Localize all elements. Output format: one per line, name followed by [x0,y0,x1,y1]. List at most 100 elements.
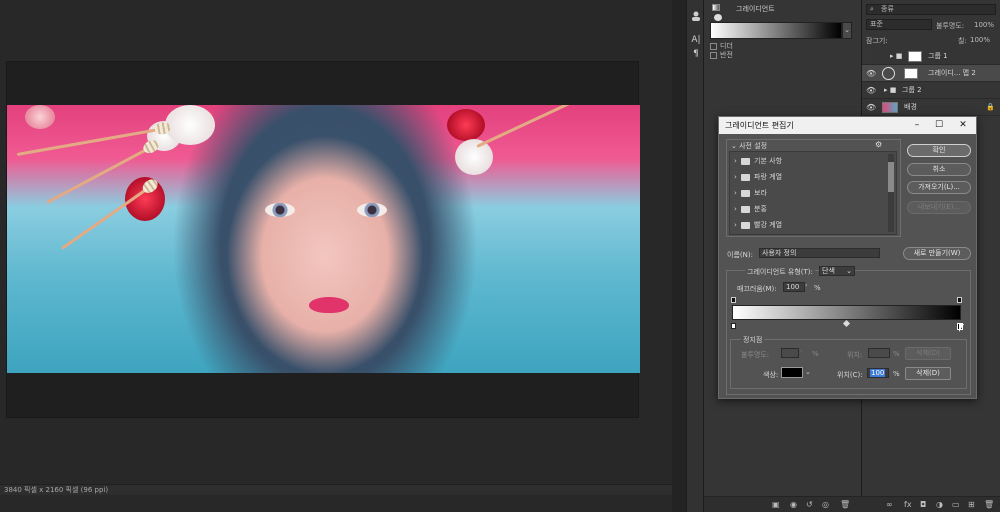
document-canvas[interactable] [6,61,640,418]
reset-icon[interactable]: ↺ [806,497,813,512]
canvas-workspace[interactable]: 3840 픽셀 x 2160 픽셀 (96 ppi) [0,0,672,495]
layer-row[interactable]: 👁 ▸ ■ 그룹 2 [862,82,1000,99]
clip-icon[interactable]: ▣ [772,497,780,512]
smoothness-input[interactable]: 100 [783,282,805,292]
layer-row[interactable]: · ▸ ■ 그룹 1 [862,48,1000,65]
gradient-mode-icons [712,4,732,21]
preset-folder[interactable]: › 빨강 계열 [734,218,884,233]
layer-row[interactable]: 👁 배경 🔒 [862,99,1000,116]
color-stop-left[interactable] [731,323,736,329]
preset-folder[interactable]: › 파랑 계열 [734,170,884,185]
layer-row-selected[interactable]: 👁 그레이디... 맵 2 [862,65,1000,82]
presets-list[interactable]: › 기본 사항 › 파랑 계열 › 보라 › 분홍 › 빨강 계열 [729,151,897,235]
smoothness-unit: % [814,284,821,292]
layer-name: 그룹 1 [928,52,948,60]
eye-icon[interactable]: 👁 [866,65,876,82]
close-icon[interactable]: ✕ [952,117,974,134]
fill-value[interactable]: 100% [970,36,990,44]
preset-folder[interactable]: › 분홍 [734,202,884,217]
folder-icon: ▸ ■ [884,86,897,94]
gradient-type-value: 단색 [822,267,835,275]
gradient-bar[interactable] [732,305,961,320]
person-icon[interactable] [690,10,702,22]
eye-icon[interactable]: ◎ [822,497,829,512]
preset-folder-label: 기본 사항 [754,157,783,165]
preset-folder[interactable]: › 보라 [734,186,884,201]
position-input[interactable] [868,348,890,358]
properties-bottom-bar: ▣ ◉ ↺ ◎ 🗑 [704,496,862,512]
gear-icon[interactable]: ⚙ [875,140,882,149]
gradient-preview[interactable] [710,22,842,39]
visibility-toggle-empty[interactable]: · [866,48,869,65]
opacity-value[interactable]: 100% [974,21,994,29]
gradient-editor-dialog: 그레이디언트 편집기 – ☐ ✕ ⌄ 사전 설정 ⚙ › 기본 사항 › 파랑 … [718,116,977,399]
lips [309,297,349,313]
smoothness-dropdown-icon[interactable]: › [805,282,813,292]
new-layer-icon[interactable]: ⊞ [968,497,975,512]
trash-icon[interactable]: 🗑 [840,497,850,512]
mask-icon[interactable]: ◘ [920,497,926,512]
dither-checkbox[interactable] [710,42,717,50]
cancel-button[interactable]: 취소 [907,163,971,176]
export-button[interactable]: 내보내기(E)... [907,201,971,214]
lock-label: 잠그기: [866,37,888,45]
eye-icon[interactable]: 👁 [866,99,876,116]
filter-label: 종류 [881,5,894,13]
color-position-value: 100 [870,369,886,377]
fx-icon[interactable]: fx [904,497,912,512]
mouse-cursor-icon [959,324,964,332]
position-unit: % [893,350,900,358]
visibility-icon[interactable]: ◉ [790,497,797,512]
opacity-stop-left[interactable] [731,297,736,303]
chevron-down-icon[interactable]: ⌄ [731,142,737,150]
name-input[interactable]: 사용자 정의 [759,248,880,258]
maximize-icon[interactable]: ☐ [928,117,950,134]
color-position-input[interactable]: 100 [867,368,889,378]
layer-mask-thumbnail [904,68,918,79]
gradient-dropdown-button[interactable]: ⌄ [842,22,852,39]
panel-icons-strip: A| ¶ [686,0,704,512]
link-icon[interactable]: ∞ [886,497,893,512]
new-button[interactable]: 새로 만들기(W) [903,247,971,260]
color-delete-button[interactable]: 삭제(D) [905,367,951,380]
dialog-title: 그레이디언트 편집기 [725,121,794,130]
preset-folder[interactable]: › 기본 사항 [734,154,884,169]
eye-icon[interactable]: 👁 [866,82,876,99]
ok-button[interactable]: 확인 [907,144,971,157]
reverse-checkbox[interactable] [710,51,717,59]
presets-scrollbar[interactable] [888,154,894,232]
adjustment-layer-icon[interactable]: ◑ [936,497,943,512]
color-position-label: 위치(C): [837,371,863,379]
layer-name: 그레이디... 맵 2 [928,69,976,77]
blend-mode-select[interactable]: 표준 [866,19,932,30]
delete-layer-icon[interactable]: 🗑 [984,497,994,512]
minimize-icon[interactable]: – [906,117,928,134]
preset-folder-label: 보라 [754,189,767,197]
arrow-prop [476,105,596,148]
reverse-label: 반전 [720,51,733,59]
paragraph-icon[interactable]: ¶ [690,48,702,60]
gradient-type-label: 그레이디언트 유형(T): [745,267,815,277]
status-bar: 3840 픽셀 x 2160 픽셀 (96 ppi) [0,484,672,495]
color-dropdown-icon[interactable]: ⌄ [805,368,811,376]
color-label: 색상: [763,371,779,379]
preset-folder-label: 분홍 [754,205,767,213]
rose-decoration [447,109,485,141]
opacity-delete-button[interactable]: 삭제(D) [905,347,951,360]
new-group-icon[interactable]: ▭ [952,497,960,512]
preset-folder-label: 파랑 계열 [754,173,783,181]
scrollbar-thumb[interactable] [888,162,894,192]
opacity-input[interactable] [781,348,799,358]
folder-icon [741,173,751,181]
gradient-type-select[interactable]: 단색 ⌄ [819,266,855,276]
layer-filter[interactable]: ⌕ 종류 [866,4,996,15]
load-button[interactable]: 가져오기(L)... [907,181,971,194]
folder-icon [741,189,751,197]
preset-folder-label: 빨강 계열 [754,221,783,229]
opacity-stop-right[interactable] [957,297,962,303]
opacity-dropdown-icon: › [800,348,803,355]
rose-decoration [165,105,215,145]
color-swatch[interactable] [781,367,803,378]
reverse-option[interactable]: 반전 [710,50,733,60]
character-icon[interactable]: A| [690,34,702,46]
